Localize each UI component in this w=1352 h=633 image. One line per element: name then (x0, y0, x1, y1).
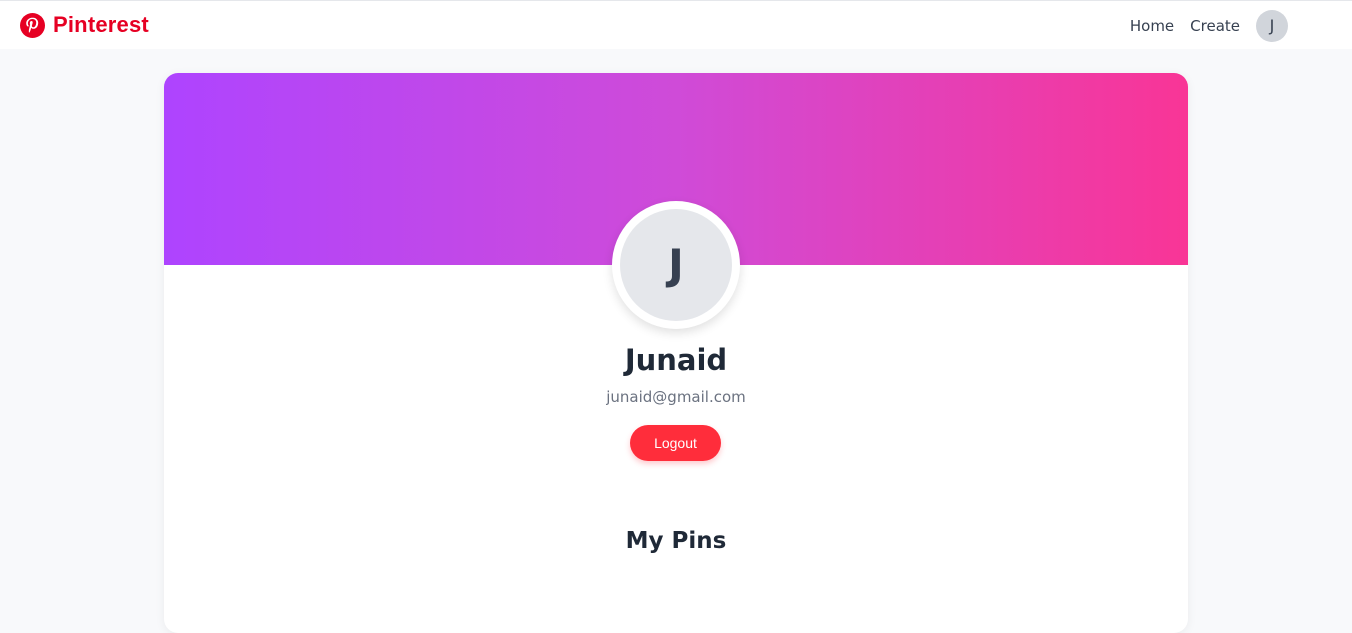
profile-email: junaid@gmail.com (606, 388, 746, 406)
logout-button[interactable]: Logout (630, 425, 721, 461)
nav-create-link[interactable]: Create (1190, 10, 1240, 42)
profile-name: Junaid (624, 343, 728, 377)
profile-card: J Junaid junaid@gmail.com Logout My Pins (164, 73, 1188, 633)
brand-logo-link[interactable]: Pinterest (20, 12, 149, 38)
user-avatar-button[interactable]: J (1256, 10, 1288, 42)
profile-avatar: J (612, 201, 740, 329)
top-navbar: Pinterest Home Create J (0, 0, 1352, 49)
brand-name: Pinterest (53, 12, 149, 37)
profile-avatar-initial: J (620, 209, 732, 321)
nav-home-link[interactable]: Home (1130, 10, 1174, 42)
main-nav: Home Create J (1130, 10, 1288, 42)
my-pins-heading: My Pins (625, 528, 727, 554)
pinterest-logo-icon (20, 12, 45, 38)
